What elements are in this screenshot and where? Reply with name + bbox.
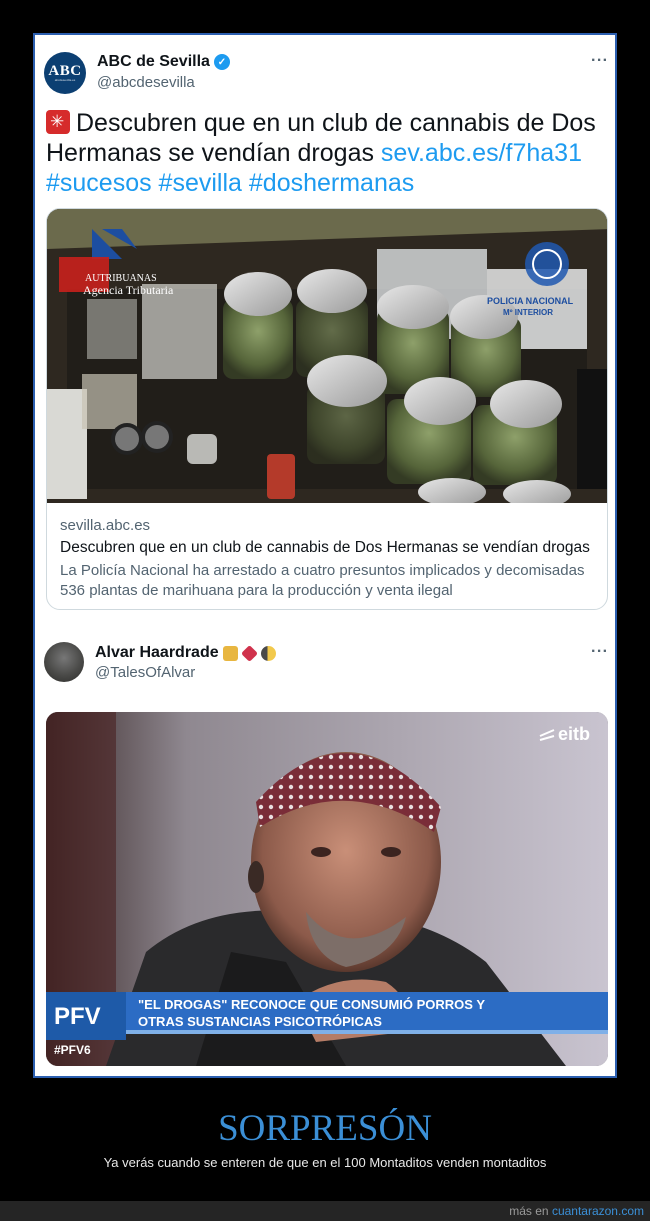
tv-caption-line2: OTRAS SUSTANCIAS PSICOTRÓPICAS bbox=[138, 1014, 382, 1029]
scroll-emoji-icon bbox=[222, 645, 238, 661]
program-logo-text: PFV bbox=[54, 1003, 101, 1030]
tv-screenshot-image: PFV #PFV6 "EL DROGAS" RECONOCE QUE CONSU… bbox=[46, 712, 608, 1066]
verified-badge-icon: ✓ bbox=[213, 54, 230, 70]
card-image: AUTRIBUANAS Agencia Tributaria POLICIA N… bbox=[47, 209, 607, 503]
tv-caption-line1: "EL DROGAS" RECONOCE QUE CONSUMIÓ PORROS… bbox=[138, 997, 485, 1012]
moon-emoji-icon bbox=[260, 645, 276, 661]
tax-agency-text: Agencia Tributaria bbox=[83, 283, 174, 297]
meme-heading: SORPRESÓN bbox=[218, 1108, 432, 1149]
avatar-logo-subtext: abcdesevilla.es bbox=[54, 78, 76, 82]
card-domain: sevilla.abc.es bbox=[60, 517, 151, 534]
more-options-icon[interactable]: ··· bbox=[591, 643, 608, 661]
die-emoji-icon bbox=[240, 644, 258, 662]
tweet1-link[interactable]: sev.abc.es/f7ha31 bbox=[381, 139, 582, 167]
program-hashtag-text: #PFV6 bbox=[54, 1043, 91, 1057]
tweet2-handle[interactable]: @TalesOfAlvar bbox=[95, 664, 195, 681]
seized-drugs-photo: AUTRIBUANAS Agencia Tributaria POLICIA N… bbox=[47, 209, 607, 503]
bottom-bar: más en cuantarazon.com bbox=[0, 1201, 650, 1221]
tweet1-handle[interactable]: @abcdesevilla bbox=[97, 74, 195, 91]
police-logo-text-2: Mº INTERIOR bbox=[503, 308, 553, 317]
more-site-prefix: más en bbox=[509, 1204, 549, 1218]
police-logo-text-1: POLICIA NACIONAL bbox=[487, 296, 574, 306]
alvar-avatar[interactable] bbox=[44, 642, 84, 682]
tweet1-text: Descubren que en un club de cannabis de … bbox=[46, 108, 611, 198]
meme-caption: Ya verás cuando se enteren de que en el … bbox=[103, 1155, 547, 1170]
tweet1-hashtags[interactable]: #sucesos #sevilla #doshermanas bbox=[46, 169, 414, 197]
card-description: La Policía Nacional ha arrestado a cuatr… bbox=[60, 562, 585, 599]
card-title: Descubren que en un club de cannabis de … bbox=[60, 539, 590, 556]
tv-screenshot-photo[interactable]: PFV #PFV6 "EL DROGAS" RECONOCE QUE CONSU… bbox=[46, 712, 608, 1066]
meme-frame: ABC abcdesevilla.es ABC de Sevilla ✓ @ab… bbox=[33, 33, 617, 1078]
abc-avatar[interactable]: ABC abcdesevilla.es bbox=[44, 52, 86, 94]
site-link[interactable]: cuantarazon.com bbox=[552, 1204, 644, 1218]
tweet1-author-name[interactable]: ABC de Sevilla ✓ bbox=[97, 53, 230, 71]
tweet2-author-name-text: Alvar Haardrade bbox=[95, 644, 219, 661]
tweet2-author-name[interactable]: Alvar Haardrade bbox=[95, 644, 276, 662]
tweet1-author-name-text: ABC de Sevilla bbox=[97, 53, 210, 70]
channel-logo-text: eitb bbox=[558, 724, 590, 744]
siren-icon bbox=[46, 110, 70, 134]
more-site-text: más en cuantarazon.com bbox=[509, 1204, 644, 1218]
more-options-icon[interactable]: ··· bbox=[591, 52, 608, 70]
link-card[interactable]: AUTRIBUANAS Agencia Tributaria POLICIA N… bbox=[46, 208, 608, 610]
avatar-logo-text: ABC bbox=[48, 63, 82, 79]
